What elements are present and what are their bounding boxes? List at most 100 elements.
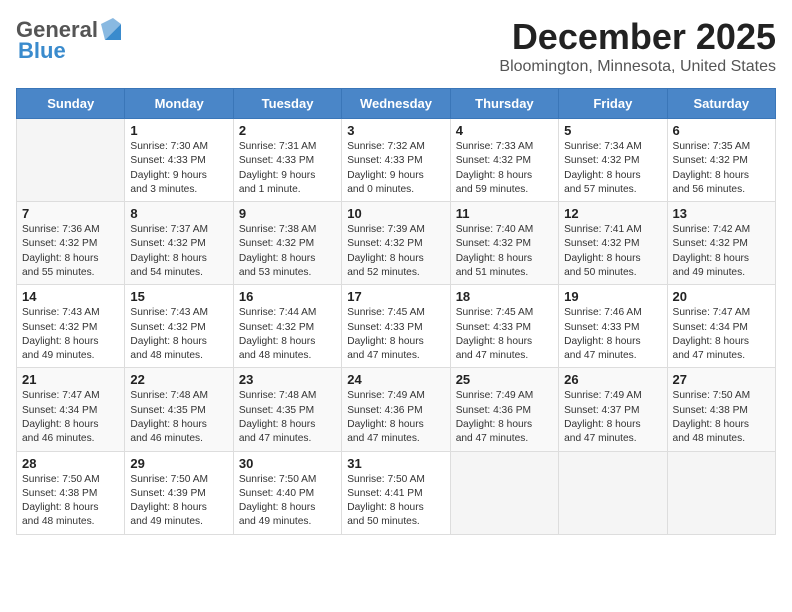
calendar-table: SundayMondayTuesdayWednesdayThursdayFrid…	[16, 88, 776, 535]
calendar-day-header: Friday	[559, 89, 667, 119]
calendar-cell	[450, 451, 558, 534]
day-number: 23	[239, 372, 336, 387]
day-detail: Sunrise: 7:50 AMSunset: 4:40 PMDaylight:…	[239, 473, 336, 530]
day-number: 15	[130, 289, 227, 304]
day-detail: Sunrise: 7:33 AMSunset: 4:32 PMDaylight:…	[456, 140, 553, 197]
day-detail: Sunrise: 7:42 AMSunset: 4:32 PMDaylight:…	[673, 223, 770, 280]
calendar-header-row: SundayMondayTuesdayWednesdayThursdayFrid…	[17, 89, 776, 119]
day-number: 13	[673, 206, 770, 221]
calendar-day-header: Wednesday	[342, 89, 450, 119]
day-number: 3	[347, 123, 444, 138]
calendar-cell: 8Sunrise: 7:37 AMSunset: 4:32 PMDaylight…	[125, 202, 233, 285]
calendar-cell	[559, 451, 667, 534]
title-area: December 2025 Bloomington, Minnesota, Un…	[499, 16, 776, 76]
page-header: General Blue December 2025 Bloomington, …	[16, 16, 776, 76]
day-detail: Sunrise: 7:49 AMSunset: 4:36 PMDaylight:…	[456, 389, 553, 446]
calendar-cell: 3 Sunrise: 7:32 AMSunset: 4:33 PMDaylight…	[342, 119, 450, 202]
day-number: 25	[456, 372, 553, 387]
calendar-cell: 18 Sunrise: 7:45 AMSunset: 4:33 PMDayligh…	[450, 285, 558, 368]
day-detail: Sunrise: 7:36 AMSunset: 4:32 PMDaylight:…	[22, 223, 119, 280]
calendar-cell: 16 Sunrise: 7:44 AMSunset: 4:32 PMDayligh…	[233, 285, 341, 368]
day-detail: Sunrise: 7:50 AMSunset: 4:38 PMDaylight:…	[22, 473, 119, 530]
calendar-cell: 30 Sunrise: 7:50 AMSunset: 4:40 PMDayligh…	[233, 451, 341, 534]
day-number: 1	[130, 123, 227, 138]
calendar-cell: 21Sunrise: 7:47 AMSunset: 4:34 PMDayligh…	[17, 368, 125, 451]
day-detail: Sunrise: 7:34 AMSunset: 4:32 PMDaylight:…	[564, 140, 661, 197]
day-detail: Sunrise: 7:30 AMSunset: 4:33 PMDaylight:…	[130, 140, 227, 197]
day-number: 26	[564, 372, 661, 387]
day-number: 8	[130, 206, 227, 221]
day-detail: Sunrise: 7:48 AMSunset: 4:35 PMDaylight:…	[130, 389, 227, 446]
day-number: 10	[347, 206, 444, 221]
day-detail: Sunrise: 7:44 AMSunset: 4:32 PMDaylight:…	[239, 306, 336, 363]
day-detail: Sunrise: 7:43 AMSunset: 4:32 PMDaylight:…	[22, 306, 119, 363]
calendar-cell: 29 Sunrise: 7:50 AMSunset: 4:39 PMDayligh…	[125, 451, 233, 534]
day-detail: Sunrise: 7:47 AMSunset: 4:34 PMDaylight:…	[22, 389, 119, 446]
calendar-cell: 14Sunrise: 7:43 AMSunset: 4:32 PMDayligh…	[17, 285, 125, 368]
day-number: 19	[564, 289, 661, 304]
day-number: 4	[456, 123, 553, 138]
day-number: 22	[130, 372, 227, 387]
calendar-cell: 1 Sunrise: 7:30 AMSunset: 4:33 PMDaylight…	[125, 119, 233, 202]
calendar-cell: 11 Sunrise: 7:40 AMSunset: 4:32 PMDayligh…	[450, 202, 558, 285]
day-number: 20	[673, 289, 770, 304]
calendar-day-header: Tuesday	[233, 89, 341, 119]
calendar-cell: 24 Sunrise: 7:49 AMSunset: 4:36 PMDayligh…	[342, 368, 450, 451]
day-number: 7	[22, 206, 119, 221]
day-number: 30	[239, 456, 336, 471]
day-number: 5	[564, 123, 661, 138]
day-detail: Sunrise: 7:45 AMSunset: 4:33 PMDaylight:…	[456, 306, 553, 363]
calendar-week-row: 1 Sunrise: 7:30 AMSunset: 4:33 PMDaylight…	[17, 119, 776, 202]
calendar-cell: 6 Sunrise: 7:35 AMSunset: 4:32 PMDaylight…	[667, 119, 775, 202]
day-number: 11	[456, 206, 553, 221]
calendar-cell: 4 Sunrise: 7:33 AMSunset: 4:32 PMDaylight…	[450, 119, 558, 202]
day-number: 18	[456, 289, 553, 304]
day-detail: Sunrise: 7:39 AMSunset: 4:32 PMDaylight:…	[347, 223, 444, 280]
calendar-cell: 12Sunrise: 7:41 AMSunset: 4:32 PMDayligh…	[559, 202, 667, 285]
calendar-cell: 15Sunrise: 7:43 AMSunset: 4:32 PMDayligh…	[125, 285, 233, 368]
logo-blue: Blue	[18, 38, 66, 63]
logo-icon	[99, 16, 127, 44]
calendar-cell	[17, 119, 125, 202]
day-number: 16	[239, 289, 336, 304]
day-detail: Sunrise: 7:46 AMSunset: 4:33 PMDaylight:…	[564, 306, 661, 363]
day-detail: Sunrise: 7:48 AMSunset: 4:35 PMDaylight:…	[239, 389, 336, 446]
calendar-cell: 20 Sunrise: 7:47 AMSunset: 4:34 PMDayligh…	[667, 285, 775, 368]
day-number: 9	[239, 206, 336, 221]
calendar-cell: 27 Sunrise: 7:50 AMSunset: 4:38 PMDayligh…	[667, 368, 775, 451]
calendar-cell: 10 Sunrise: 7:39 AMSunset: 4:32 PMDayligh…	[342, 202, 450, 285]
day-number: 31	[347, 456, 444, 471]
calendar-cell: 23 Sunrise: 7:48 AMSunset: 4:35 PMDayligh…	[233, 368, 341, 451]
day-detail: Sunrise: 7:32 AMSunset: 4:33 PMDaylight:…	[347, 140, 444, 197]
day-number: 17	[347, 289, 444, 304]
day-number: 6	[673, 123, 770, 138]
day-detail: Sunrise: 7:50 AMSunset: 4:39 PMDaylight:…	[130, 473, 227, 530]
day-detail: Sunrise: 7:49 AMSunset: 4:36 PMDaylight:…	[347, 389, 444, 446]
calendar-day-header: Thursday	[450, 89, 558, 119]
day-detail: Sunrise: 7:50 AMSunset: 4:38 PMDaylight:…	[673, 389, 770, 446]
calendar-cell: 5 Sunrise: 7:34 AMSunset: 4:32 PMDaylight…	[559, 119, 667, 202]
day-number: 24	[347, 372, 444, 387]
calendar-cell: 22 Sunrise: 7:48 AMSunset: 4:35 PMDayligh…	[125, 368, 233, 451]
day-detail: Sunrise: 7:31 AMSunset: 4:33 PMDaylight:…	[239, 140, 336, 197]
day-detail: Sunrise: 7:41 AMSunset: 4:32 PMDaylight:…	[564, 223, 661, 280]
calendar-cell: 25 Sunrise: 7:49 AMSunset: 4:36 PMDayligh…	[450, 368, 558, 451]
day-number: 29	[130, 456, 227, 471]
day-detail: Sunrise: 7:47 AMSunset: 4:34 PMDaylight:…	[673, 306, 770, 363]
calendar-cell	[667, 451, 775, 534]
day-detail: Sunrise: 7:40 AMSunset: 4:32 PMDaylight:…	[456, 223, 553, 280]
day-detail: Sunrise: 7:50 AMSunset: 4:41 PMDaylight:…	[347, 473, 444, 530]
day-number: 28	[22, 456, 119, 471]
calendar-cell: 2 Sunrise: 7:31 AMSunset: 4:33 PMDaylight…	[233, 119, 341, 202]
calendar-cell: 13 Sunrise: 7:42 AMSunset: 4:32 PMDayligh…	[667, 202, 775, 285]
day-detail: Sunrise: 7:45 AMSunset: 4:33 PMDaylight:…	[347, 306, 444, 363]
day-detail: Sunrise: 7:49 AMSunset: 4:37 PMDaylight:…	[564, 389, 661, 446]
calendar-cell: 9Sunrise: 7:38 AMSunset: 4:32 PMDaylight…	[233, 202, 341, 285]
day-number: 2	[239, 123, 336, 138]
calendar-week-row: 21Sunrise: 7:47 AMSunset: 4:34 PMDayligh…	[17, 368, 776, 451]
day-number: 27	[673, 372, 770, 387]
day-detail: Sunrise: 7:35 AMSunset: 4:32 PMDaylight:…	[673, 140, 770, 197]
calendar-cell: 26 Sunrise: 7:49 AMSunset: 4:37 PMDayligh…	[559, 368, 667, 451]
calendar-cell: 28 Sunrise: 7:50 AMSunset: 4:38 PMDayligh…	[17, 451, 125, 534]
calendar-cell: 7 Sunrise: 7:36 AMSunset: 4:32 PMDaylight…	[17, 202, 125, 285]
